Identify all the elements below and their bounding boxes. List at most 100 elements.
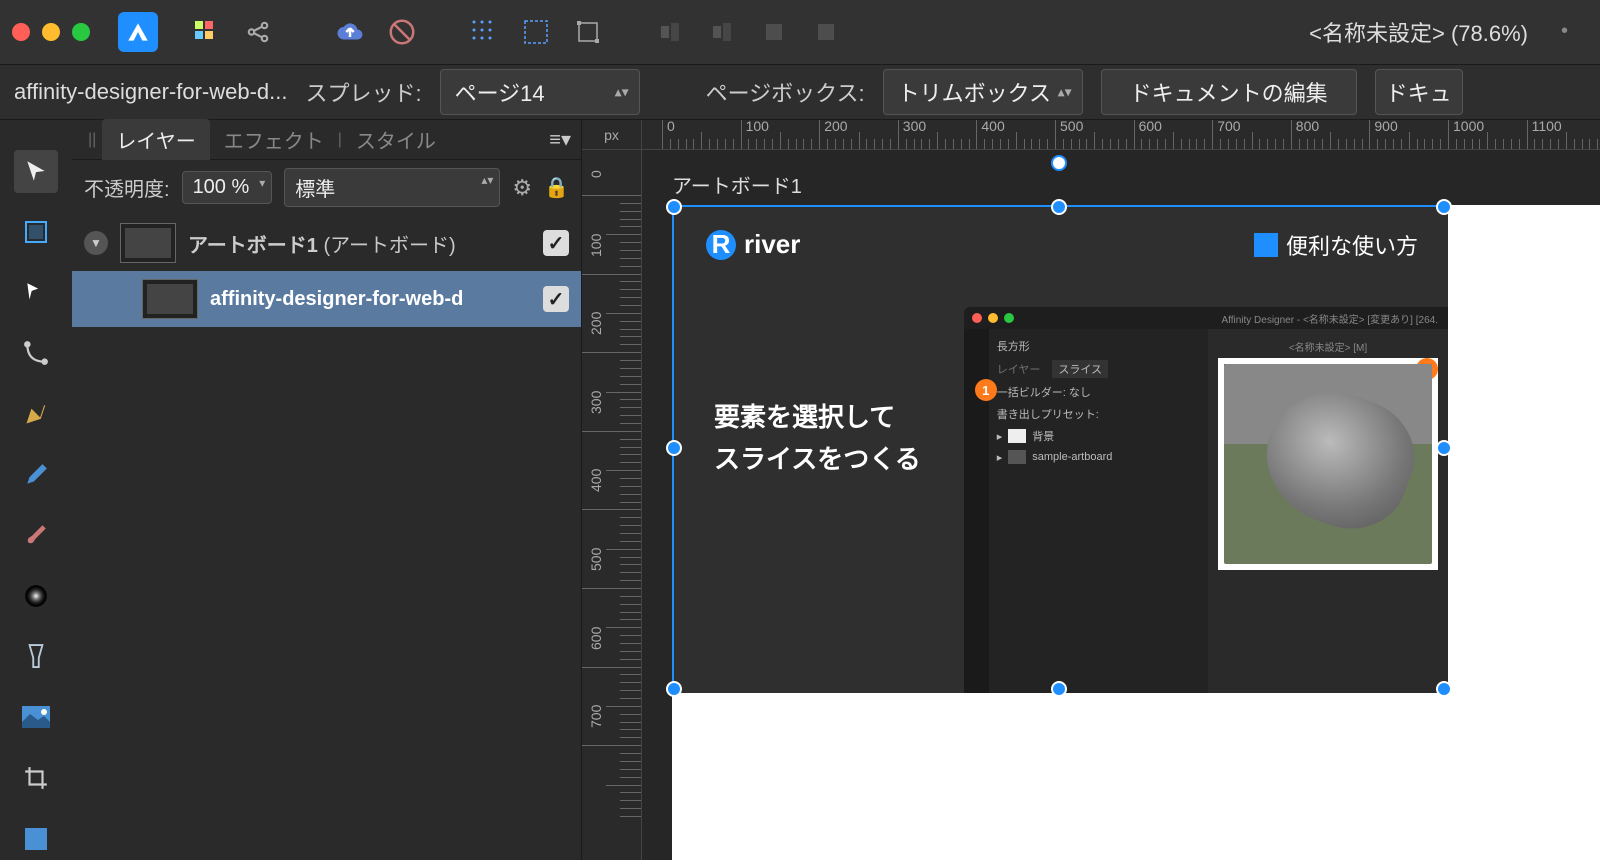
minimize-icon[interactable]	[42, 23, 60, 41]
share-icon[interactable]	[236, 10, 280, 54]
artboard-label[interactable]: アートボード1	[672, 170, 802, 199]
transform-icon[interactable]	[566, 10, 610, 54]
artboard-tool[interactable]	[14, 211, 58, 254]
layer-list: ▼ アートボード1 (アートボード) ✓ affinity-designer-f…	[72, 215, 581, 327]
layers-panel: || レイヤー エフェクト | スタイル ≡▾ 不透明度: 100 %▾ 標準▴…	[72, 120, 582, 860]
blend-mode-select[interactable]: 標準▴▾	[284, 168, 500, 207]
layer-item-image[interactable]: affinity-designer-for-web-d ✓	[72, 271, 581, 327]
shape-label: 長方形	[995, 335, 1202, 357]
cat-photo	[1224, 364, 1432, 564]
align-icon-1	[648, 10, 692, 54]
cat-image-frame: スライスを作成 レイヤーページで検索 2	[1218, 358, 1438, 570]
pencil-tool[interactable]	[14, 453, 58, 496]
sub-doc-tab: <名称未設定> [M]	[1218, 339, 1438, 354]
move-tool[interactable]	[14, 150, 58, 193]
list-item: ▸背景	[995, 425, 1202, 447]
slide-heading: 要素を選択して スライスをつくる	[714, 397, 921, 480]
marquee-icon[interactable]	[514, 10, 558, 54]
ruler-unit[interactable]: px	[582, 120, 642, 150]
document-tab[interactable]: affinity-designer-for-web-d...	[14, 79, 288, 105]
gear-icon[interactable]: ⚙	[512, 175, 532, 201]
sub-panel: 長方形 レイヤースライス 一括ビルダー: なし 書き出しプリセット: ▸背景 ▸…	[989, 329, 1208, 693]
embedded-screenshot: Affinity Designer - <名称未設定> [変更あり] [264.…	[964, 307, 1448, 693]
placed-image[interactable]: R river 便利な使い方 要素を選択して スライスをつくる Affinity…	[674, 207, 1448, 693]
layer-item-artboard[interactable]: ▼ アートボード1 (アートボード) ✓	[72, 215, 581, 271]
brush-tool[interactable]	[14, 514, 58, 557]
shape-rectangle-tool[interactable]	[14, 817, 58, 860]
no-sync-icon[interactable]	[380, 10, 424, 54]
crop-tool[interactable]	[14, 757, 58, 800]
node-tool[interactable]	[14, 271, 58, 314]
tab-styles[interactable]: スタイル	[342, 119, 450, 160]
edit-document-button[interactable]: ドキュメントの編集	[1101, 69, 1357, 115]
lock-icon[interactable]: 🔒	[544, 175, 569, 200]
glass-tool[interactable]	[14, 635, 58, 678]
options-bar: affinity-designer-for-web-d... スプレッド: ペー…	[0, 65, 1600, 120]
layer-thumbnail	[142, 279, 198, 319]
close-icon[interactable]	[12, 23, 30, 41]
viewport[interactable]: アートボード1 R river 便利な使い方 要素を選択して スライスをつくる	[642, 150, 1600, 860]
slide-tag: 便利な使い方	[1254, 229, 1418, 261]
corner-tool[interactable]	[14, 332, 58, 375]
sub-canvas: <名称未設定> [M] スライスを作成 レイヤーページで検索 2	[1208, 329, 1448, 693]
resize-handle-w[interactable]	[666, 440, 682, 456]
opacity-select[interactable]: 100 %▾	[182, 171, 273, 204]
tab-effects[interactable]: エフェクト	[210, 119, 338, 160]
align-icon-4	[804, 10, 848, 54]
window-controls	[12, 23, 90, 41]
dirty-indicator-icon: •	[1561, 20, 1568, 43]
spread-select[interactable]: ページ14▴▾	[440, 69, 640, 115]
pagebox-select[interactable]: トリムボックス▴▾	[883, 69, 1083, 115]
panel-grip-icon[interactable]: ||	[82, 131, 102, 149]
chevron-down-icon: ▾	[259, 176, 265, 190]
logo-icon: R	[706, 230, 736, 260]
visibility-checkbox[interactable]: ✓	[543, 230, 569, 256]
disclosure-icon[interactable]: ▼	[84, 231, 108, 255]
app-icon	[118, 12, 158, 52]
align-icon-3	[752, 10, 796, 54]
place-image-tool[interactable]	[14, 696, 58, 739]
chevron-down-icon: ▴▾	[1058, 84, 1072, 101]
zoom-icon[interactable]	[72, 23, 90, 41]
resize-handle-ne[interactable]	[1436, 199, 1452, 215]
resize-handle-sw[interactable]	[666, 681, 682, 697]
brand-logo: R river	[706, 229, 800, 260]
list-item: ▸sample-artboard	[995, 447, 1202, 467]
canvas-area: px 010020030040050060070080090010001100 …	[582, 120, 1600, 860]
resize-handle-s[interactable]	[1051, 681, 1067, 697]
resize-handle-e[interactable]	[1436, 440, 1452, 456]
pen-tool[interactable]	[14, 393, 58, 436]
cloud-upload-icon[interactable]	[328, 10, 372, 54]
persona-pixel-icon[interactable]	[184, 10, 228, 54]
layer-thumbnail	[120, 223, 176, 263]
layer-type: (アートボード)	[324, 235, 456, 257]
selection-outline: R river 便利な使い方 要素を選択して スライスをつくる Affinity…	[672, 205, 1446, 691]
color-picker-tool[interactable]	[14, 575, 58, 618]
visibility-checkbox[interactable]: ✓	[543, 286, 569, 312]
sub-window-title: Affinity Designer - <名称未設定> [変更あり] [264.	[1221, 311, 1438, 326]
titlebar: <名称未設定> (78.6%) •	[0, 0, 1600, 65]
panel-tabs: || レイヤー エフェクト | スタイル ≡▾	[72, 120, 581, 160]
document-button-truncated[interactable]: ドキュ	[1375, 69, 1463, 115]
builder-row: 一括ビルダー: なし	[995, 381, 1202, 403]
toolbox	[0, 120, 72, 860]
document-title: <名称未設定> (78.6%) •	[1309, 16, 1588, 48]
affinity-icon	[1254, 233, 1278, 257]
opacity-label: 不透明度:	[84, 173, 170, 202]
panel-menu-icon[interactable]: ≡▾	[549, 127, 571, 152]
ruler-vertical[interactable]: 0100200300400500600700	[582, 150, 642, 860]
resize-handle-n[interactable]	[1051, 199, 1067, 215]
chevron-down-icon: ▴▾	[615, 84, 629, 101]
grid-icon[interactable]	[462, 10, 506, 54]
pagebox-label: ページボックス:	[706, 76, 865, 108]
align-icon-2	[700, 10, 744, 54]
layer-options-row: 不透明度: 100 %▾ 標準▴▾ ⚙ 🔒	[72, 160, 581, 215]
rotation-handle[interactable]	[1051, 155, 1067, 171]
layer-name: affinity-designer-for-web-d	[210, 288, 463, 311]
resize-handle-se[interactable]	[1436, 681, 1452, 697]
ruler-horizontal[interactable]: 010020030040050060070080090010001100	[642, 120, 1600, 150]
resize-handle-nw[interactable]	[666, 199, 682, 215]
tab-layers[interactable]: レイヤー	[102, 119, 209, 160]
callout-badge-1: 1	[975, 379, 997, 401]
spread-label: スプレッド:	[306, 76, 422, 108]
